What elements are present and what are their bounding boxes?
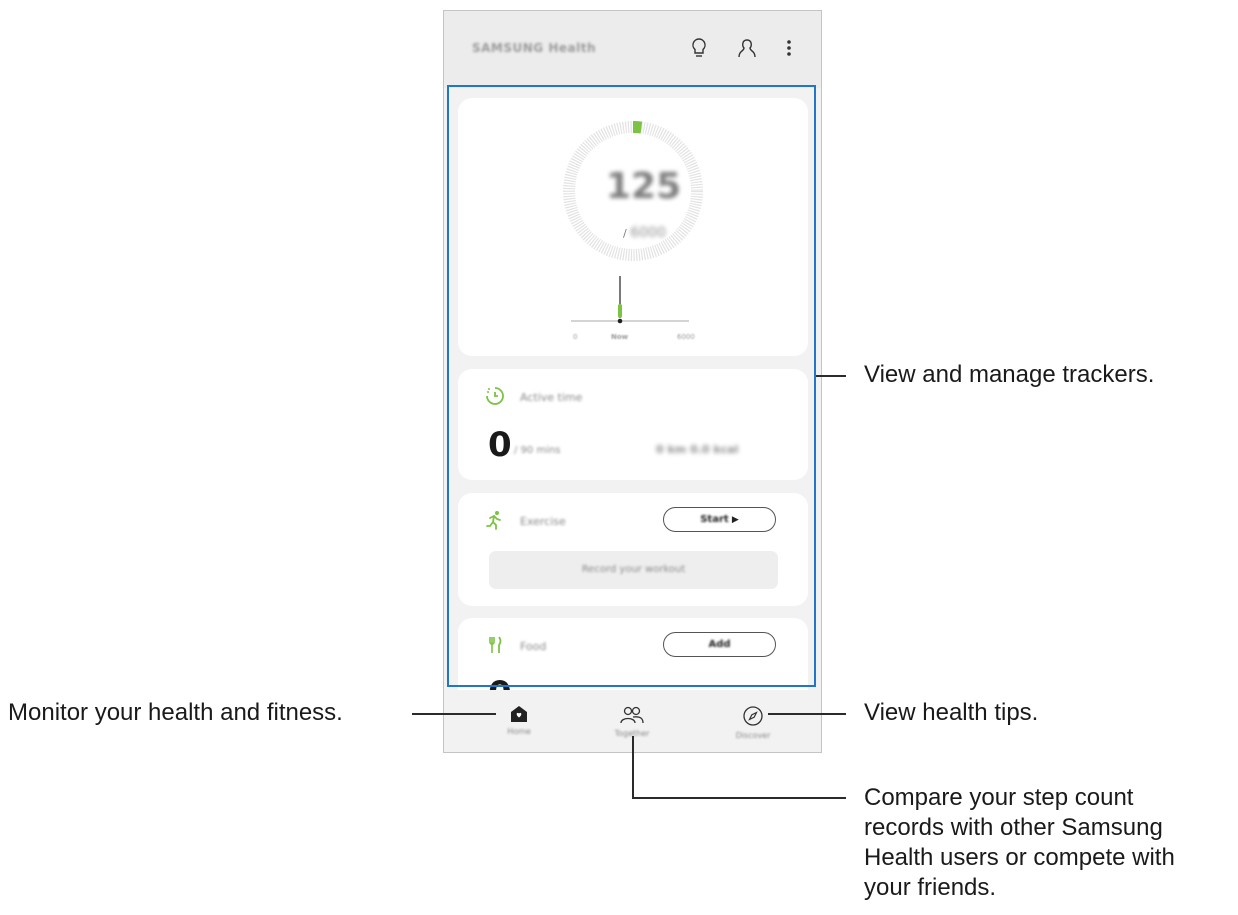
compass-icon <box>743 706 763 726</box>
callout-together: Compare your step count records with oth… <box>864 783 1175 903</box>
callout-home: Monitor your health and fitness. <box>8 699 343 726</box>
app-title: SAMSUNG Health <box>472 41 596 55</box>
callout-together-line: records with other Samsung <box>864 814 1163 841</box>
callout-trackers: View and manage trackers. <box>864 361 1155 388</box>
nav-discover-label: Discover <box>735 731 771 740</box>
trackers-highlight-frame <box>447 85 816 687</box>
nav-discover[interactable]: Discover <box>723 705 783 750</box>
nav-home-label: Home <box>507 727 531 736</box>
more-options-icon[interactable] <box>778 35 800 63</box>
app-bar: SAMSUNG Health <box>444 11 821 88</box>
nav-home[interactable]: Home <box>489 705 549 750</box>
together-leader-horizontal <box>632 797 846 799</box>
profile-icon[interactable] <box>736 35 758 63</box>
home-icon <box>511 706 527 722</box>
callout-together-line: your friends. <box>864 874 997 901</box>
together-leader-vertical <box>632 736 634 798</box>
lightbulb-icon[interactable] <box>688 35 710 63</box>
together-icon <box>620 706 644 724</box>
trackers-leader-line <box>816 375 846 377</box>
discover-leader-line <box>768 713 846 715</box>
callout-together-line: Compare your step count <box>864 784 1134 811</box>
home-leader-line <box>412 713 496 715</box>
callout-together-line: Health users or compete with <box>864 844 1175 871</box>
callout-discover: View health tips. <box>864 699 1039 726</box>
